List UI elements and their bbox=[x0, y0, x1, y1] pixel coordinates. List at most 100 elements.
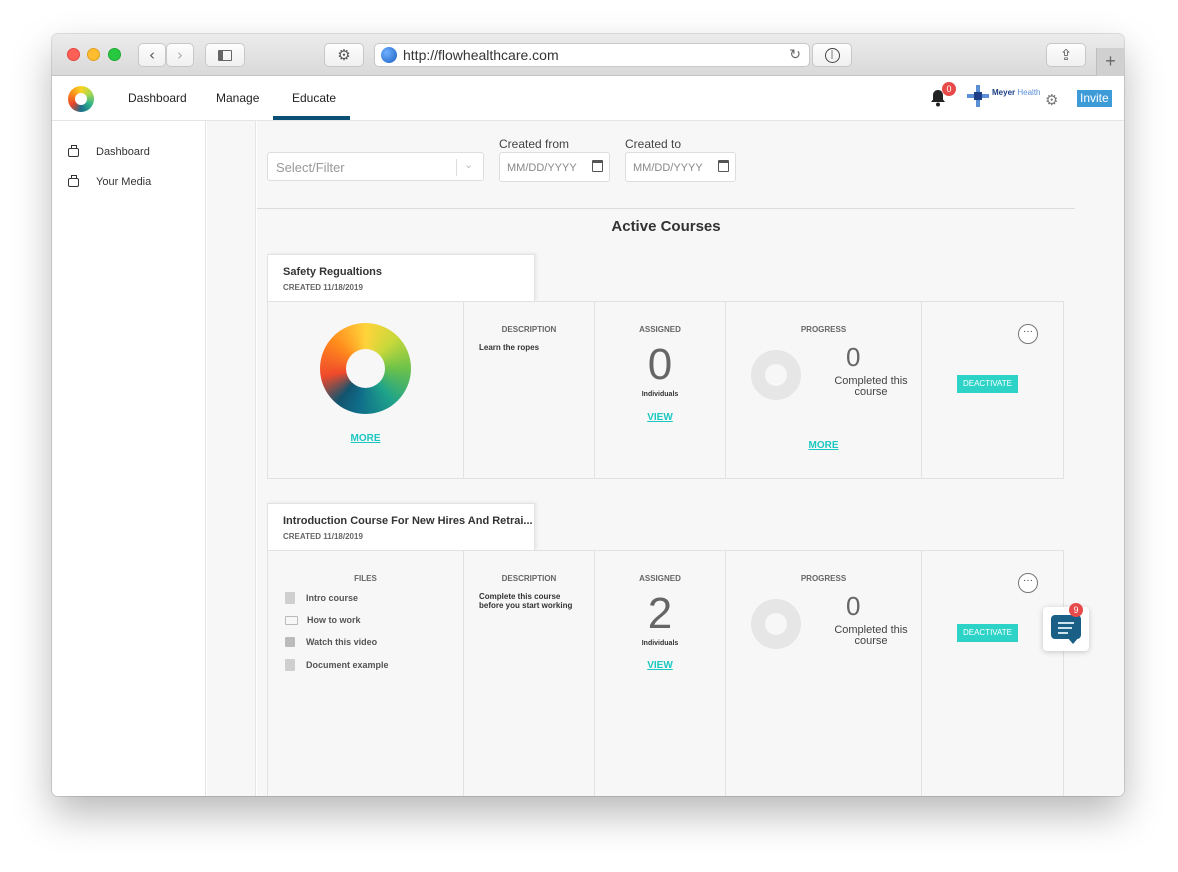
chevron-down-icon: ⌄ bbox=[464, 158, 474, 171]
nav-dashboard[interactable]: Dashboard bbox=[128, 91, 187, 105]
page-title: Active Courses bbox=[611, 218, 721, 235]
description-column: DESCRIPTION Complete this course before … bbox=[464, 551, 595, 796]
date-placeholder: MM/DD/YYYY bbox=[633, 162, 703, 174]
assigned-header: ASSIGNED bbox=[639, 574, 681, 583]
assigned-column: ASSIGNED 2 Individuals VIEW bbox=[595, 551, 726, 796]
course-thumbnail-column: MORE bbox=[268, 302, 464, 478]
description-column: DESCRIPTION Learn the ropes bbox=[464, 302, 595, 478]
monitor-icon bbox=[285, 615, 298, 625]
chat-widget-button[interactable]: 9 bbox=[1043, 603, 1089, 651]
assigned-column: ASSIGNED 0 Individuals VIEW bbox=[595, 302, 726, 478]
actions-column: ··· DEACTIVATE bbox=[922, 302, 1063, 478]
back-button[interactable]: ‹ bbox=[138, 43, 166, 67]
org-name-bold: Meyer bbox=[992, 88, 1016, 97]
share-button[interactable]: ⇪ bbox=[1046, 43, 1086, 67]
invite-button[interactable]: Invite bbox=[1077, 90, 1112, 107]
progress-column: PROGRESS 0 Completed this course bbox=[726, 551, 922, 796]
progress-column: PROGRESS 0 Completed this course MORE bbox=[726, 302, 922, 478]
browser-toolbar: ‹ › ⚙ http://flowhealthcare.com ↻ | ⇪ + bbox=[52, 34, 1124, 76]
created-to-input[interactable]: MM/DD/YYYY bbox=[625, 152, 736, 182]
assigned-unit: Individuals bbox=[641, 391, 679, 398]
course-title: Introduction Course For New Hires And Re… bbox=[283, 515, 533, 527]
chat-badge: 9 bbox=[1069, 603, 1083, 617]
view-assigned-link[interactable]: VIEW bbox=[595, 660, 725, 671]
sidebar-item-label: Your Media bbox=[96, 176, 152, 188]
course-card: MORE DESCRIPTION Learn the ropes ASSIGNE… bbox=[267, 301, 1064, 479]
chat-line bbox=[1058, 622, 1074, 624]
reload-icon[interactable]: ↻ bbox=[789, 47, 801, 63]
created-from-input[interactable]: MM/DD/YYYY bbox=[499, 152, 610, 182]
completed-count: 0 bbox=[846, 342, 861, 372]
sidebar: Dashboard Your Media bbox=[52, 121, 206, 796]
maximize-window-button[interactable] bbox=[108, 48, 121, 61]
calendar-icon[interactable] bbox=[592, 160, 603, 172]
completed-count: 0 bbox=[846, 591, 861, 621]
settings-gear-icon[interactable]: ⚙ bbox=[1045, 91, 1058, 109]
progress-donut bbox=[751, 350, 801, 400]
chevron-left-icon: ‹ bbox=[149, 46, 155, 64]
course-header-tab[interactable]: Introduction Course For New Hires And Re… bbox=[267, 503, 535, 551]
gear-outline-icon: ⚙ bbox=[337, 46, 351, 64]
address-bar[interactable]: http://flowhealthcare.com ↻ bbox=[374, 43, 810, 67]
file-item[interactable]: Intro course bbox=[285, 592, 358, 604]
globe-icon bbox=[381, 47, 397, 63]
document-icon bbox=[285, 659, 295, 671]
view-assigned-link[interactable]: VIEW bbox=[595, 412, 725, 423]
deactivate-button[interactable]: DEACTIVATE bbox=[957, 375, 1018, 393]
section-divider bbox=[257, 208, 1075, 209]
nav-educate[interactable]: Educate bbox=[292, 91, 336, 105]
file-name: How to work bbox=[307, 615, 361, 625]
calendar-icon[interactable] bbox=[718, 160, 729, 172]
date-placeholder: MM/DD/YYYY bbox=[507, 162, 577, 174]
sidebar-toggle-button[interactable] bbox=[205, 43, 245, 67]
course-logo bbox=[320, 323, 411, 414]
org-name-light: Health bbox=[1017, 88, 1041, 97]
more-options-icon[interactable]: ··· bbox=[1018, 324, 1038, 344]
notification-badge: 0 bbox=[942, 82, 956, 96]
assigned-unit: Individuals bbox=[641, 640, 679, 647]
file-item[interactable]: Document example bbox=[285, 659, 389, 671]
progress-header: PROGRESS bbox=[800, 325, 847, 334]
forward-button[interactable]: › bbox=[166, 43, 194, 67]
share-icon: ⇪ bbox=[1059, 46, 1073, 64]
course-created-date: CREATED 11/18/2019 bbox=[283, 532, 363, 541]
file-name: Document example bbox=[306, 660, 389, 670]
briefcase-icon bbox=[68, 174, 79, 187]
course-header-tab[interactable]: Safety Regualtions CREATED 11/18/2019 bbox=[267, 254, 535, 302]
progress-header: PROGRESS bbox=[800, 574, 847, 583]
progress-more-link[interactable]: MORE bbox=[726, 440, 921, 451]
chevron-right-icon: › bbox=[177, 46, 183, 64]
password-manager-button[interactable]: | bbox=[812, 43, 852, 67]
flow-logo[interactable] bbox=[68, 86, 94, 112]
onepassword-icon: | bbox=[824, 47, 840, 63]
course-card: FILES Intro course How to work Watch thi… bbox=[267, 550, 1064, 796]
url-text: http://flowhealthcare.com bbox=[403, 47, 559, 63]
file-item[interactable]: How to work bbox=[285, 615, 361, 625]
minimize-window-button[interactable] bbox=[87, 48, 100, 61]
assigned-header: ASSIGNED bbox=[639, 325, 681, 334]
completed-label: Completed this course bbox=[834, 375, 908, 398]
file-name: Watch this video bbox=[306, 637, 378, 647]
description-text: Complete this course before you start wo… bbox=[479, 592, 573, 610]
more-link[interactable]: MORE bbox=[268, 433, 463, 444]
sidebar-item-dashboard[interactable]: Dashboard bbox=[68, 144, 150, 158]
filter-select[interactable]: Select/Filter ⌄ bbox=[267, 152, 484, 181]
document-icon bbox=[285, 592, 295, 604]
close-window-button[interactable] bbox=[67, 48, 80, 61]
extensions-button[interactable]: ⚙ bbox=[324, 43, 364, 67]
sidebar-item-your-media[interactable]: Your Media bbox=[68, 174, 152, 188]
deactivate-button[interactable]: DEACTIVATE bbox=[957, 624, 1018, 642]
nav-manage[interactable]: Manage bbox=[216, 91, 259, 105]
file-item[interactable]: Watch this video bbox=[285, 637, 377, 647]
browser-window: ‹ › ⚙ http://flowhealthcare.com ↻ | ⇪ + … bbox=[52, 34, 1124, 796]
chat-line bbox=[1058, 627, 1072, 629]
completed-label: Completed this course bbox=[834, 624, 908, 647]
org-name: Meyer Health bbox=[992, 88, 1040, 97]
chat-icon bbox=[1051, 615, 1081, 644]
sidebar-icon bbox=[218, 49, 232, 61]
meyer-health-logo[interactable] bbox=[966, 84, 990, 108]
more-options-icon[interactable]: ··· bbox=[1018, 573, 1038, 593]
assigned-count: 0 bbox=[647, 340, 673, 389]
new-tab-button[interactable]: + bbox=[1096, 48, 1124, 76]
assigned-count: 2 bbox=[647, 589, 673, 638]
